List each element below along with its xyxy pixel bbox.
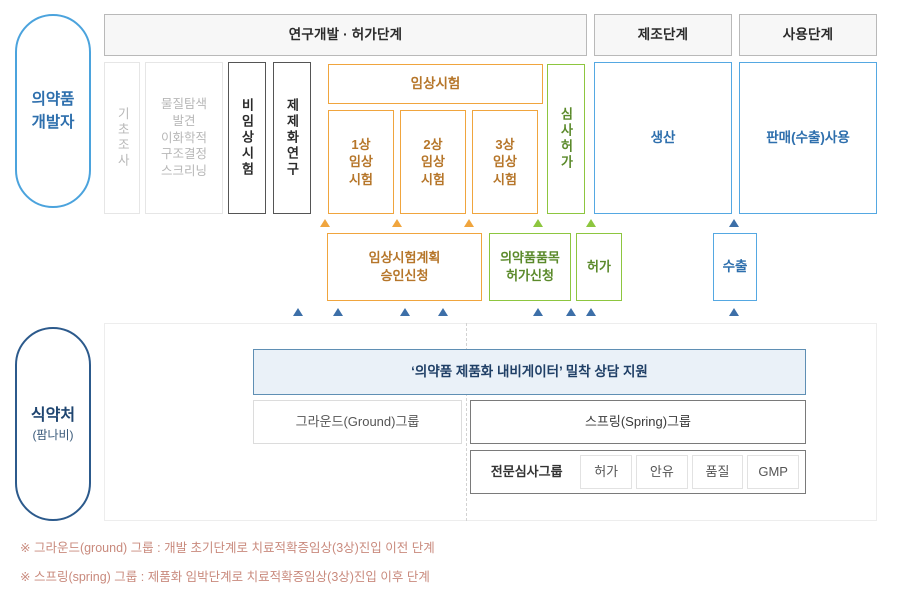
arrow-mfds-support-7 <box>586 308 596 316</box>
arrow-up-to-phase-3 <box>464 219 474 227</box>
stage-header-manufacturing: 제조단계 <box>594 14 732 56</box>
ground-group-box: 그라운드(Ground)그룹 <box>253 400 462 444</box>
arrow-mfds-support-6 <box>566 308 576 316</box>
specialized-review-group-wrapper: 전문심사그룹 허가 안유 품질 GMP <box>470 450 806 494</box>
application-clinical-trial-plan: 임상시험계획 승인신청 <box>327 233 482 301</box>
review-approval-label: 심사허가 <box>558 107 574 171</box>
spring-group-box: 스프링(Spring)그룹 <box>470 400 806 444</box>
review-cell-safety: 안유 <box>636 455 688 489</box>
arrow-up-to-license <box>586 219 596 227</box>
application-approval: 허가 <box>576 233 622 301</box>
arrow-mfds-support-2 <box>333 308 343 316</box>
stage-header-usage: 사용단계 <box>739 14 877 56</box>
role-mfds-name: 식약처 <box>30 406 76 424</box>
clinical-phase-1: 1상 임상 시험 <box>328 110 394 214</box>
footnote-ground-group: ※ 그라운드(ground) 그룹 : 개발 초기단계로 치료적확증임상(3상)… <box>20 541 435 555</box>
role-mfds-sub: (팜나비) <box>32 428 74 443</box>
lane-nonclinical-trial-label: 비임상시험 <box>239 98 255 178</box>
lane-basic-research-label: 기초조사 <box>115 107 130 169</box>
arrow-mfds-support-5 <box>533 308 543 316</box>
review-approval-box: 심사허가 <box>547 64 585 214</box>
application-drug-item-license: 의약품품목 허가신청 <box>489 233 571 301</box>
lane-basic-research: 기초조사 <box>104 62 140 214</box>
review-cell-gmp: GMP <box>747 455 800 489</box>
arrow-mfds-support-8 <box>729 308 739 316</box>
arrow-mfds-support-4 <box>438 308 448 316</box>
role-pill-developer: 의약품 개발자 <box>15 14 91 208</box>
lane-formulation-research-label: 제제화연구 <box>284 98 300 178</box>
arrow-up-to-review-approval <box>533 219 543 227</box>
diagram-canvas: 의약품 개발자 연구개발 · 허가단계 제조단계 사용단계 기초조사 물질탐색 … <box>0 0 906 592</box>
arrow-up-to-export <box>729 219 739 227</box>
clinical-trial-header: 임상시험 <box>328 64 543 104</box>
lane-formulation-research: 제제화연구 <box>273 62 311 214</box>
clinical-phase-3: 3상 임상 시험 <box>472 110 538 214</box>
review-cell-quality: 품질 <box>691 455 744 489</box>
review-cell-approval: 허가 <box>580 455 632 489</box>
stage-header-rd-approval: 연구개발 · 허가단계 <box>104 14 587 56</box>
arrow-up-to-phase-2 <box>392 219 402 227</box>
arrow-up-to-phase-1 <box>320 219 330 227</box>
arrow-mfds-support-1 <box>293 308 303 316</box>
role-pill-mfds: 식약처 (팜나비) <box>15 327 91 521</box>
lane-discovery: 물질탐색 발견 이화학적 구조결정 스크리닝 <box>145 62 223 214</box>
clinical-phase-2: 2상 임상 시험 <box>400 110 466 214</box>
footnote-spring-group: ※ 스프링(spring) 그룹 : 제품화 임박단계로 치료적확증임상(3상)… <box>20 570 430 584</box>
lane-nonclinical-trial: 비임상시험 <box>228 62 266 214</box>
role-developer-line1: 의약품 <box>31 90 75 108</box>
sales-export-use-box: 판매(수출)사용 <box>739 62 877 214</box>
specialized-review-group-label: 전문심사그룹 <box>477 456 577 488</box>
application-export: 수출 <box>713 233 757 301</box>
production-box: 생산 <box>594 62 732 214</box>
arrow-mfds-support-3 <box>400 308 410 316</box>
navigator-support-banner: ‘의약품 제품화 내비게이터’ 밀착 상담 지원 <box>253 349 806 395</box>
role-developer-line2: 개발자 <box>31 114 75 131</box>
